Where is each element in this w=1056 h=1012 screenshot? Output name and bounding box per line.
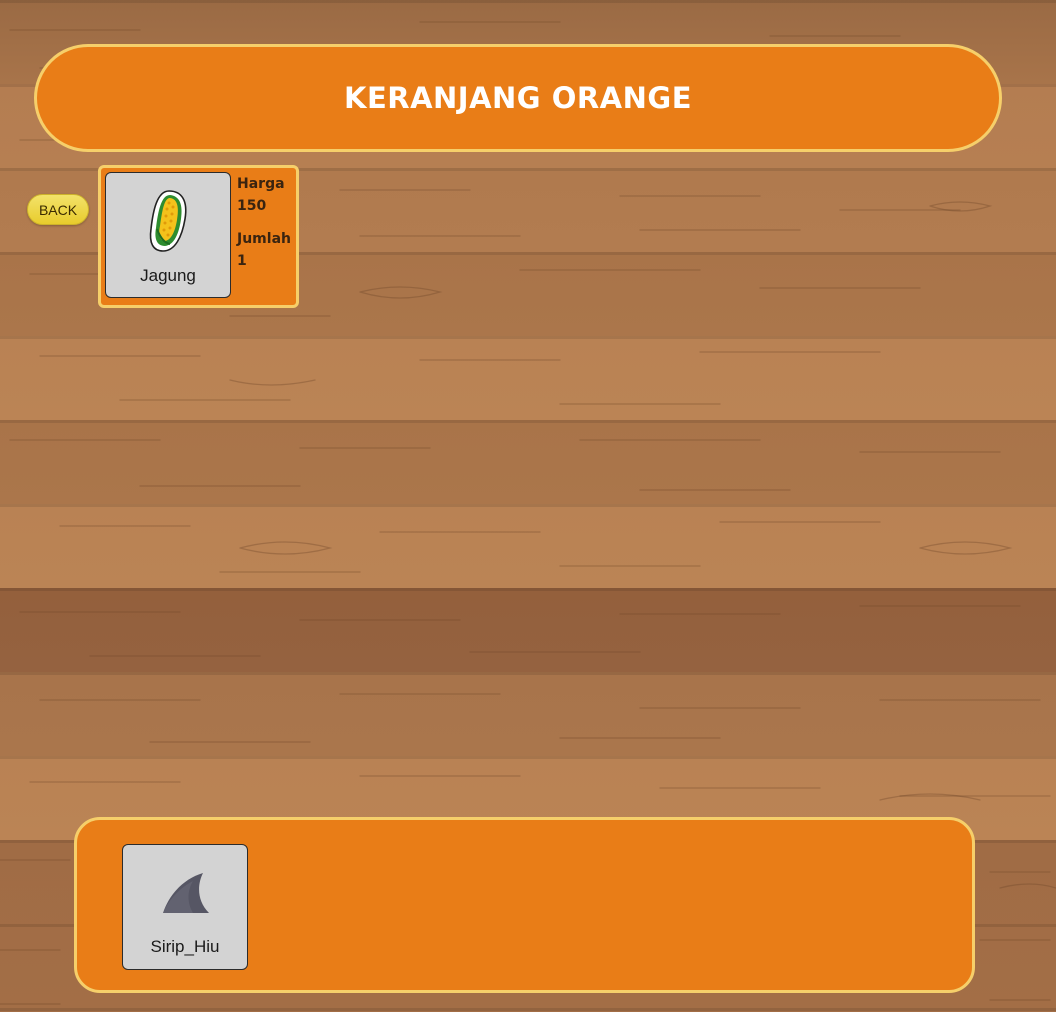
inventory-panel: Sirip_Hiu — [74, 817, 975, 993]
cart-item-name: Jagung — [140, 266, 196, 285]
price-value: 150 — [237, 198, 267, 214]
back-button[interactable]: BACK — [27, 194, 89, 225]
quantity-value: 1 — [237, 253, 247, 269]
corn-icon — [148, 189, 190, 257]
quantity-label: Jumlah — [237, 231, 291, 247]
page-title: KERANJANG ORANGE — [343, 81, 693, 115]
inventory-item-tile[interactable]: Sirip_Hiu — [122, 844, 248, 970]
shark-fin-icon — [159, 869, 211, 921]
header-banner: KERANJANG ORANGE — [34, 44, 1002, 152]
cart-item-tile[interactable]: Jagung — [105, 172, 231, 298]
price-label: Harga — [237, 176, 285, 192]
cart-item-card: Jagung Harga 150 Jumlah 1 — [98, 165, 299, 308]
inventory-item-name: Sirip_Hiu — [150, 937, 220, 956]
